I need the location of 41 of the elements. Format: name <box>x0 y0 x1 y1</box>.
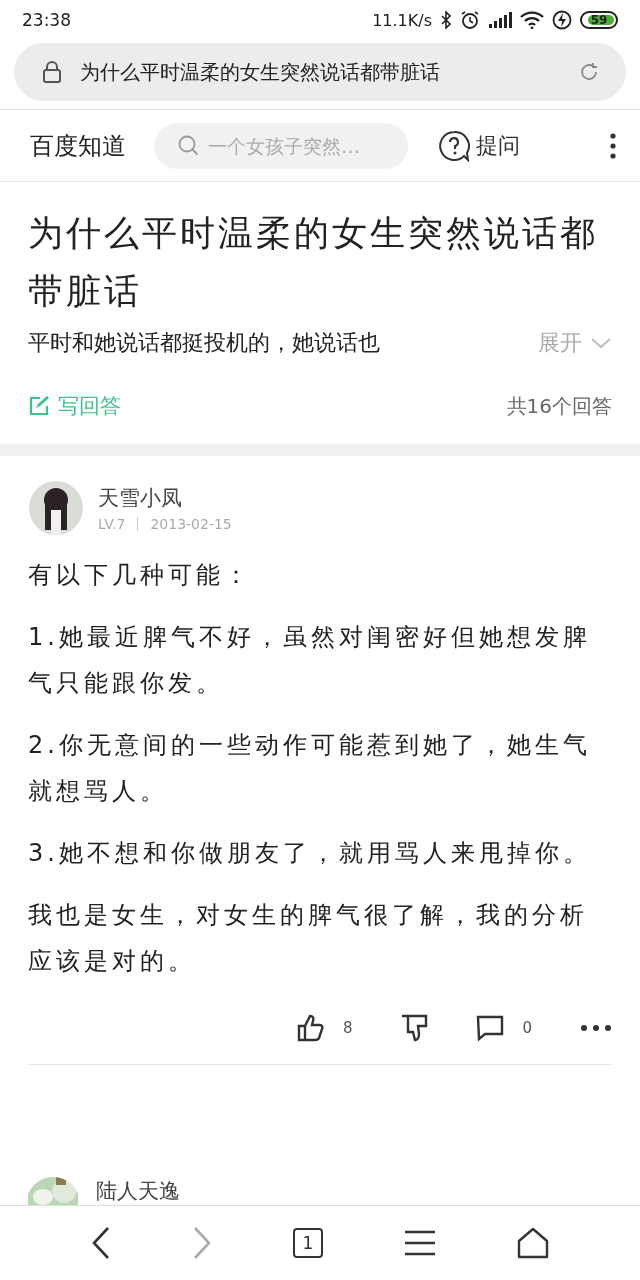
answer-count: 共16个回答 <box>506 392 612 420</box>
alarm-icon <box>460 10 480 30</box>
answer-date: 2013-02-15 <box>150 516 232 532</box>
bluetooth-icon <box>440 11 452 29</box>
more-icon[interactable] <box>580 1024 612 1032</box>
question-bubble-icon <box>438 129 470 162</box>
author-name[interactable]: 陆人天逸 <box>96 1177 180 1205</box>
answer-paragraph: 1.她最近脾气不好，虽然对闺密好但她想发脾气只能跟你发。 <box>28 622 592 699</box>
back-icon[interactable] <box>90 1226 111 1260</box>
search-field[interactable]: 一个女孩子突然… <box>154 122 408 169</box>
dislike-icon[interactable] <box>400 1014 429 1042</box>
search-icon <box>178 134 200 157</box>
more-icon[interactable] <box>610 132 616 159</box>
ask-button[interactable]: 提问 <box>438 129 520 162</box>
author-name[interactable]: 天雪小凤 <box>98 484 232 512</box>
network-speed: 11.1K/s <box>372 10 432 30</box>
wifi-icon <box>520 11 544 29</box>
battery-icon: 59 <box>580 11 618 29</box>
status-time: 23:38 <box>22 10 71 30</box>
speech-bubble-icon <box>476 1014 505 1042</box>
charging-icon <box>552 10 572 30</box>
user-level: LV.7 <box>98 516 126 532</box>
tabs-button[interactable]: 1 <box>292 1228 323 1258</box>
home-icon[interactable] <box>517 1227 550 1259</box>
like-button[interactable]: 8 <box>296 1014 353 1042</box>
site-logo[interactable]: 百度知道 <box>30 129 126 162</box>
menu-icon[interactable] <box>404 1230 437 1256</box>
lock-icon <box>42 61 62 83</box>
signal-icon <box>488 12 512 28</box>
answer-paragraph: 有以下几种可能： <box>28 560 253 591</box>
edit-icon <box>28 395 50 417</box>
address-bar[interactable]: 为什么平时温柔的女生突然说话都带脏话 <box>14 43 626 101</box>
comment-button[interactable]: 0 <box>476 1014 532 1042</box>
thumbs-up-icon <box>296 1014 325 1042</box>
chevron-down-icon <box>590 336 612 350</box>
reload-icon[interactable] <box>578 61 600 83</box>
answer-paragraph: 2.你无意间的一些动作可能惹到她了，她生气就想骂人。 <box>28 730 592 807</box>
question-excerpt: 平时和她说话都挺投机的，她说话也 <box>28 329 380 357</box>
answer-paragraph: 3.她不想和你做朋友了，就用骂人来甩掉你。 <box>28 838 592 869</box>
answer-paragraph: 我也是女生，对女生的脾气很了解，我的分析应该是对的。 <box>28 900 589 977</box>
question-title: 为什么平时温柔的女生突然说话都带脏话 <box>28 212 598 313</box>
